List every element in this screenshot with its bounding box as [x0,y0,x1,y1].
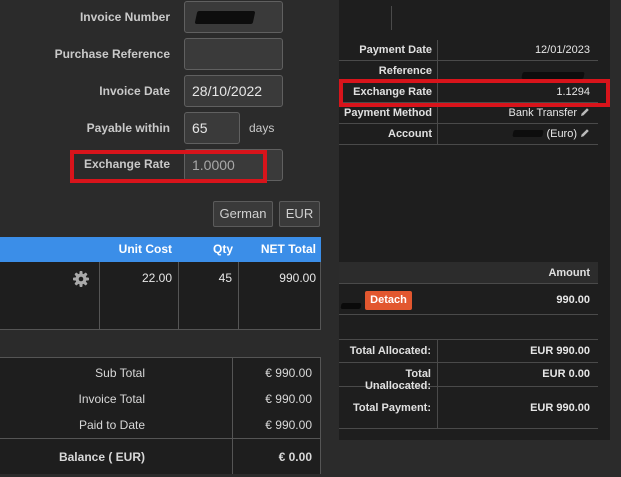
account-label: Account [388,128,432,140]
unit-cost-cell: 22.00 [141,271,172,285]
exchange-rate-highlight [70,150,267,183]
totals-column-divider [320,357,321,474]
invoice-date-label: Invoice Date [99,84,170,98]
sub-total-value: € 990.00 [265,366,312,380]
column-divider [178,262,179,330]
account-text: (Euro) [546,128,577,140]
redacted-allocation [340,296,362,314]
net-total-cell: 990.00 [279,271,316,285]
panel-divider [391,6,392,30]
row-divider [437,40,438,61]
totals-panel: Sub Total € 990.00 Invoice Total € 990.0… [0,357,321,474]
allocations-header: Amount [339,262,598,284]
invoice-number-field[interactable] [184,1,283,33]
balance-value: € 0.00 [278,450,312,464]
payment-date-row: Payment Date 12/01/2023 [339,40,598,61]
invoice-number-label: Invoice Number [79,10,170,24]
paid-to-date-value: € 990.00 [265,418,312,432]
total-unallocated-row: Total Unallocated: EUR 0.00 [339,363,598,392]
total-allocated-value: EUR 990.00 [530,345,590,357]
row-divider [437,124,438,145]
invoice-total-value: € 990.00 [265,392,312,406]
purchase-reference-field[interactable] [184,38,283,70]
sub-total-label: Sub Total [95,366,145,380]
total-allocated-row: Total Allocated: EUR 990.00 [339,339,598,364]
row-divider [437,340,438,364]
language-button[interactable]: German [213,201,273,227]
payable-within-unit: days [249,121,275,135]
total-payment-row: Total Payment: EUR 990.00 [339,387,598,429]
payment-exchange-rate-highlight [339,79,610,107]
total-payment-value: EUR 990.00 [530,402,590,414]
balance-label: Balance ( EUR) [58,450,145,464]
net-total-header: NET Total [260,242,316,256]
qty-header: Qty [212,242,233,256]
column-divider [320,262,321,330]
total-allocated-label: Total Allocated: [349,345,431,357]
row-divider [437,363,438,387]
payment-method-text: Bank Transfer [508,107,577,119]
invoice-date-field[interactable]: 28/10/2022 [184,75,283,107]
totals-column-divider [232,357,233,474]
detach-button[interactable]: Detach [365,291,412,310]
redacted-account-name [512,130,545,137]
payable-within-field[interactable]: 65 [184,112,240,144]
pencil-icon[interactable] [580,128,590,138]
currency-button[interactable]: EUR [279,201,320,227]
payable-within-label: Payable within [86,121,170,135]
account-value[interactable]: (Euro) [512,124,590,145]
payment-date-value: 12/01/2023 [534,44,590,56]
totals-divider [0,438,321,439]
payment-date-label: Payment Date [359,44,432,56]
gear-icon[interactable] [72,270,90,288]
paid-to-date-label: Paid to Date [78,418,145,432]
redacted-invoice-number [194,11,256,24]
qty-cell: 45 [218,271,232,285]
unit-cost-header: Unit Cost [118,242,172,256]
account-row: Account (Euro) [339,124,598,145]
items-table-header: Unit Cost Qty NET Total [0,237,321,262]
invoice-total-label: Invoice Total [78,392,146,406]
total-unallocated-value: EUR 0.00 [542,368,590,380]
column-divider [238,262,239,330]
purchase-reference-label: Purchase Reference [54,47,170,61]
pencil-icon[interactable] [580,107,590,117]
amount-header: Amount [548,267,590,279]
row-divider [437,387,438,429]
allocation-amount: 990.00 [556,294,590,306]
total-payment-label: Total Payment: [352,402,431,414]
